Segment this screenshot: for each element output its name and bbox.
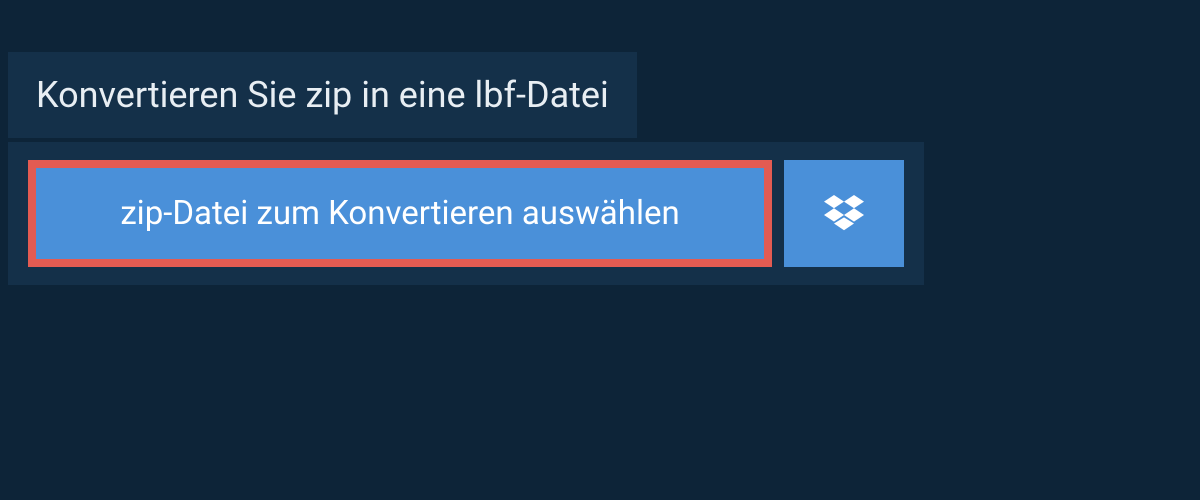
upload-section: zip-Datei zum Konvertieren auswählen: [8, 142, 924, 285]
dropbox-icon: [824, 194, 864, 234]
select-file-button[interactable]: zip-Datei zum Konvertieren auswählen: [28, 160, 772, 267]
select-file-label: zip-Datei zum Konvertieren auswählen: [120, 194, 679, 233]
page-title: Konvertieren Sie zip in eine lbf-Datei: [36, 74, 609, 116]
header-bar: Konvertieren Sie zip in eine lbf-Datei: [8, 52, 637, 138]
dropbox-button[interactable]: [784, 160, 904, 267]
